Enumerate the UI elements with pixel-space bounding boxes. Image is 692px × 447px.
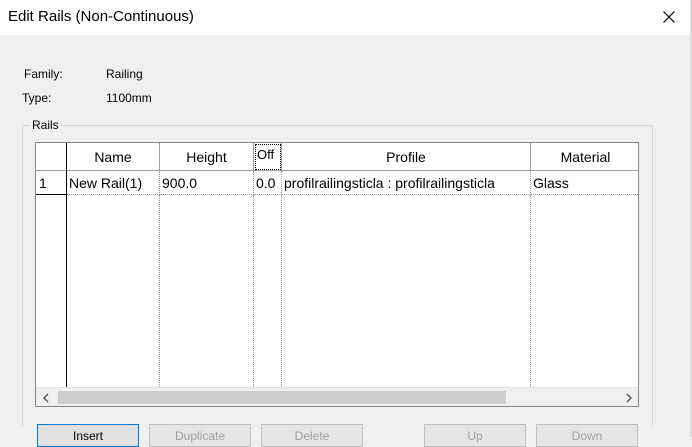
type-value: 1100mm <box>106 91 152 105</box>
column-divider <box>530 195 531 387</box>
type-label: Type: <box>22 91 52 105</box>
cell-height[interactable]: 900.0 <box>160 171 254 195</box>
column-divider <box>253 195 254 387</box>
up-button[interactable]: Up <box>424 424 526 447</box>
rails-group-label: Rails <box>30 118 61 132</box>
column-header-profile[interactable]: Profile <box>282 143 531 171</box>
chevron-right-icon <box>626 393 632 402</box>
corner-header <box>36 143 67 171</box>
close-button[interactable] <box>646 0 692 33</box>
window-title: Edit Rails (Non-Continuous) <box>8 8 194 25</box>
duplicate-button[interactable]: Duplicate <box>149 424 251 447</box>
horizontal-scrollbar[interactable] <box>36 387 638 406</box>
scrollbar-thumb[interactable] <box>58 391 506 404</box>
close-icon <box>663 10 675 23</box>
column-header-offset[interactable]: Off <box>254 143 282 171</box>
down-button[interactable]: Down <box>536 424 638 447</box>
column-header-height[interactable]: Height <box>160 143 254 171</box>
column-header-name[interactable]: Name <box>67 143 160 171</box>
column-divider <box>159 195 160 387</box>
rails-table[interactable]: Name Height Off Profile Material 1 New R… <box>35 142 639 407</box>
cell-material[interactable]: Glass <box>531 171 638 195</box>
scroll-right-button[interactable] <box>619 388 638 406</box>
scroll-left-button[interactable] <box>36 388 55 406</box>
family-label: Family: <box>24 67 63 81</box>
cell-profile[interactable]: profilrailingsticla : profilrailingsticl… <box>282 171 531 195</box>
chevron-left-icon <box>42 393 48 402</box>
column-divider <box>281 195 282 387</box>
cell-name[interactable]: New Rail(1) <box>67 171 160 195</box>
delete-button[interactable]: Delete <box>261 424 363 447</box>
title-bar: Edit Rails (Non-Continuous) <box>0 0 692 35</box>
column-header-material[interactable]: Material <box>531 143 638 171</box>
cell-offset[interactable]: 0.0 <box>254 171 282 195</box>
insert-button[interactable]: Insert <box>37 424 139 447</box>
family-value: Railing <box>106 67 143 81</box>
row-number[interactable]: 1 <box>36 171 67 195</box>
